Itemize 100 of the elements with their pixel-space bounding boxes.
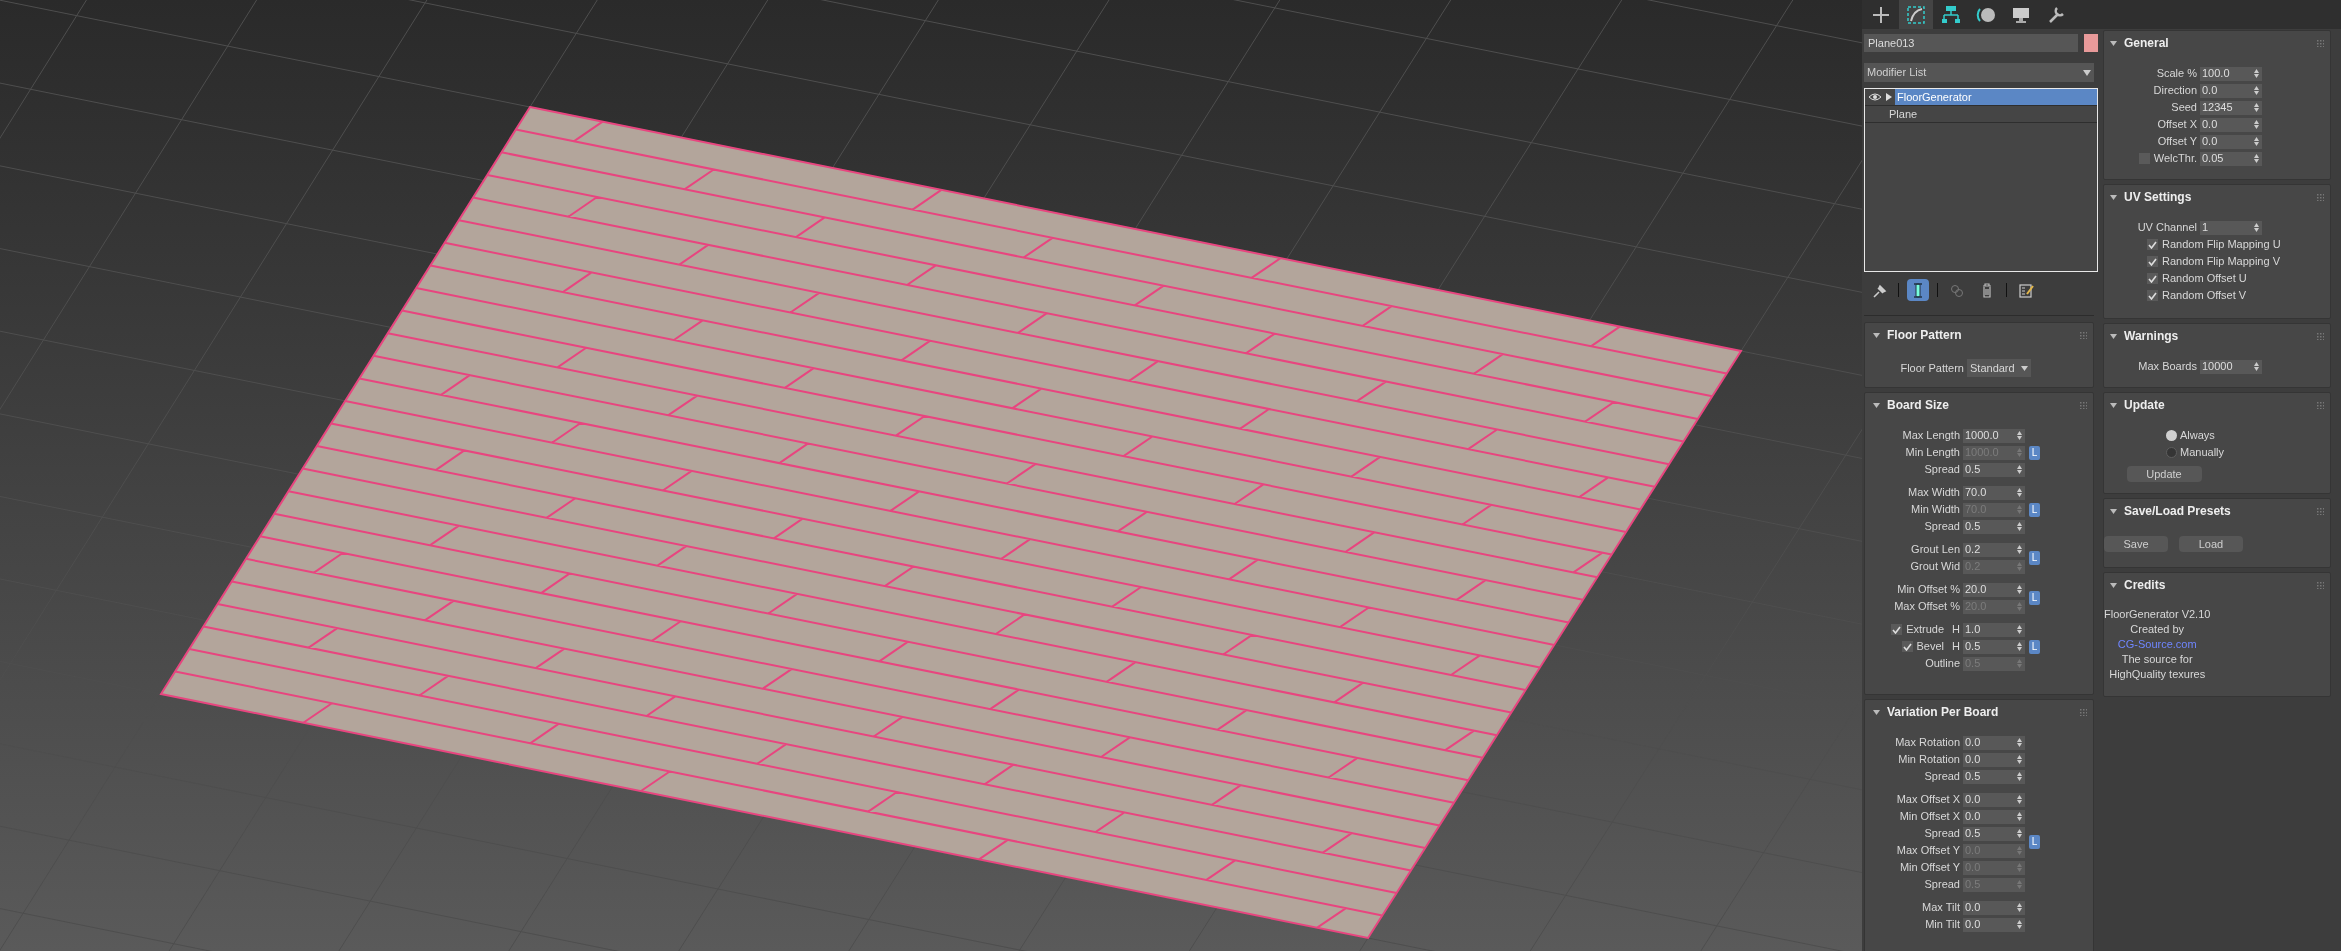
- caret-icon[interactable]: [2110, 582, 2117, 588]
- spinner-field[interactable]: 0.0: [1963, 792, 2025, 807]
- spinner-arrows-icon[interactable]: [2017, 488, 2022, 497]
- caret-icon[interactable]: [2110, 40, 2117, 46]
- radio-button[interactable]: [2166, 430, 2177, 441]
- spinner-field[interactable]: 0.0: [2200, 134, 2262, 149]
- spinner-arrows-icon[interactable]: [2254, 86, 2259, 95]
- spinner-field[interactable]: 0.2: [1963, 542, 2025, 557]
- rollout-title[interactable]: Credits: [2124, 576, 2166, 594]
- spinner-arrows-icon[interactable]: [2254, 69, 2259, 78]
- lock-button[interactable]: L: [2029, 591, 2040, 605]
- color-swatch[interactable]: [2084, 34, 2098, 52]
- spinner-field[interactable]: 0.0: [1963, 735, 2025, 750]
- spinner-field[interactable]: 1.0: [1963, 622, 2025, 637]
- stack-tool-button[interactable]: [1907, 279, 1929, 301]
- lock-button[interactable]: L: [2029, 639, 2040, 654]
- expand-arrow-icon[interactable]: [1886, 93, 1892, 101]
- lock-button[interactable]: L: [2029, 502, 2040, 517]
- spinner-arrows-icon[interactable]: [2017, 545, 2022, 554]
- checkbox[interactable]: [1891, 624, 1903, 635]
- spinner-arrows-icon[interactable]: [2017, 738, 2022, 747]
- caret-icon[interactable]: [2110, 194, 2117, 200]
- spinner-arrows-icon[interactable]: [2254, 223, 2259, 232]
- lock-button[interactable]: L: [2029, 551, 2040, 565]
- rollout-title[interactable]: UV Settings: [2124, 188, 2192, 206]
- caret-icon[interactable]: [1873, 709, 1880, 715]
- object-name-field[interactable]: Plane013: [1864, 34, 2078, 52]
- dropdown[interactable]: Standard: [1967, 359, 2031, 377]
- spinner-arrows-icon[interactable]: [2017, 642, 2022, 651]
- spinner-field[interactable]: 0.5: [1963, 462, 2025, 477]
- rollout-title[interactable]: Update: [2124, 396, 2165, 414]
- spinner-arrows-icon[interactable]: [2017, 755, 2022, 764]
- checkbox[interactable]: [1901, 641, 1913, 652]
- spinner-field[interactable]: 1000.0: [1963, 428, 2025, 443]
- website-link[interactable]: CG-Source.com: [2117, 636, 2197, 653]
- spinner-field[interactable]: 0.0: [1963, 917, 2025, 932]
- grip-icon[interactable]: [2317, 507, 2324, 515]
- spinner-arrows-icon[interactable]: [2254, 103, 2259, 112]
- spinner-arrows-icon[interactable]: [2254, 137, 2259, 146]
- rollout-title[interactable]: Variation Per Board: [1887, 703, 1999, 721]
- spinner-arrows-icon[interactable]: [2017, 920, 2022, 929]
- spinner-arrows-icon[interactable]: [2254, 362, 2259, 371]
- spinner-arrows-icon[interactable]: [2017, 829, 2022, 838]
- radio-button[interactable]: [2166, 447, 2177, 458]
- spinner-arrows-icon[interactable]: [2254, 120, 2259, 129]
- lock-button[interactable]: L: [2029, 835, 2040, 849]
- grip-icon[interactable]: [2080, 401, 2087, 409]
- grip-icon[interactable]: [2317, 581, 2324, 589]
- caret-icon[interactable]: [2110, 508, 2117, 514]
- spinner-field[interactable]: 0.5: [1963, 769, 2025, 784]
- spinner-field[interactable]: 20.0: [1963, 582, 2025, 597]
- spinner-field[interactable]: 10000: [2200, 359, 2262, 374]
- spinner-field[interactable]: 0.0: [1963, 809, 2025, 824]
- checkbox[interactable]: [2147, 273, 2158, 284]
- lock-button[interactable]: L: [2029, 445, 2040, 460]
- update-button[interactable]: Update: [2126, 465, 2202, 482]
- modifier-stack-item[interactable]: Plane: [1887, 106, 2097, 122]
- spinner-arrows-icon[interactable]: [2017, 625, 2022, 634]
- spinner-arrows-icon[interactable]: [2017, 795, 2022, 804]
- grip-icon[interactable]: [2080, 331, 2087, 339]
- rollout-title[interactable]: Save/Load Presets: [2124, 502, 2231, 520]
- spinner-field[interactable]: 0.5: [1963, 639, 2025, 654]
- spinner-arrows-icon[interactable]: [2017, 903, 2022, 912]
- spinner-field[interactable]: 70.0: [1963, 485, 2025, 500]
- spinner-arrows-icon[interactable]: [2017, 465, 2022, 474]
- grip-icon[interactable]: [2317, 39, 2324, 47]
- command-panel-tab[interactable]: [1899, 0, 1933, 29]
- spinner-field[interactable]: 0.05: [2200, 151, 2262, 166]
- spinner-field[interactable]: 0.0: [2200, 117, 2262, 132]
- caret-icon[interactable]: [2110, 402, 2117, 408]
- spinner-arrows-icon[interactable]: [2254, 154, 2259, 163]
- rollout-title[interactable]: Floor Pattern: [1887, 326, 1962, 344]
- spinner-field[interactable]: 0.0: [1963, 900, 2025, 915]
- modifier-list-dropdown[interactable]: Modifier List: [1864, 63, 2094, 82]
- rollout-title[interactable]: General: [2124, 34, 2169, 52]
- checkbox[interactable]: [2147, 290, 2158, 301]
- spinner-arrows-icon[interactable]: [2017, 522, 2022, 531]
- spinner-arrows-icon[interactable]: [2017, 431, 2022, 440]
- modifier-stack-item[interactable]: FloorGenerator: [1895, 89, 2097, 105]
- spinner-field[interactable]: 0.5: [1963, 519, 2025, 534]
- spinner-field[interactable]: 12345: [2200, 100, 2262, 115]
- spinner-field[interactable]: 0.0: [1963, 752, 2025, 767]
- checkbox[interactable]: [2147, 256, 2158, 267]
- grip-icon[interactable]: [2317, 193, 2324, 201]
- rollout-title[interactable]: Board Size: [1887, 396, 1949, 414]
- grip-icon[interactable]: [2317, 401, 2324, 409]
- spinner-arrows-icon[interactable]: [2017, 772, 2022, 781]
- spinner-field[interactable]: 0.0: [2200, 83, 2262, 98]
- grip-icon[interactable]: [2080, 708, 2087, 716]
- spinner-field[interactable]: 1: [2200, 220, 2262, 235]
- spinner-field[interactable]: 100.0: [2200, 66, 2262, 81]
- spinner-arrows-icon[interactable]: [2017, 585, 2022, 594]
- grip-icon[interactable]: [2317, 332, 2324, 340]
- eye-icon[interactable]: [1868, 93, 1882, 101]
- checkbox[interactable]: [2147, 239, 2158, 250]
- rollout-title[interactable]: Warnings: [2124, 327, 2179, 345]
- preset-button[interactable]: Load: [2179, 536, 2243, 552]
- spinner-arrows-icon[interactable]: [2017, 812, 2022, 821]
- caret-icon[interactable]: [2110, 333, 2117, 339]
- caret-icon[interactable]: [1873, 402, 1880, 408]
